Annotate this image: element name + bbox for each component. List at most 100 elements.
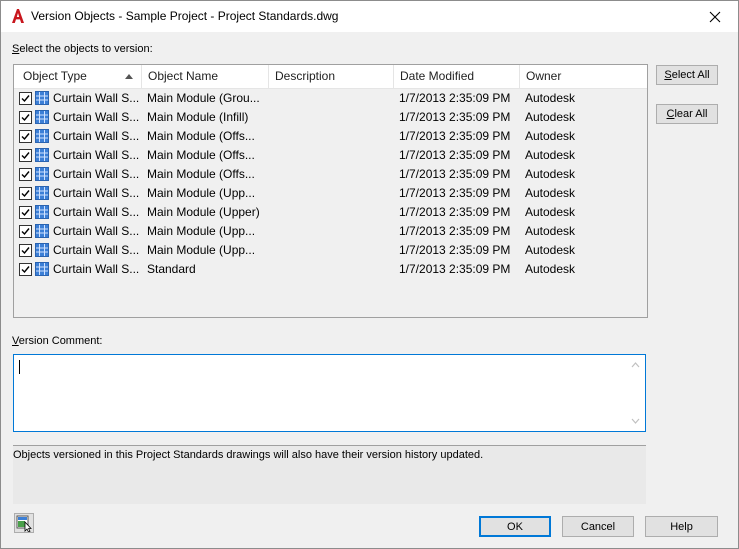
- column-header-label: Owner: [526, 69, 562, 83]
- scroll-down-icon: [631, 418, 640, 424]
- select-objects-label: Select the objects to version:: [12, 43, 153, 55]
- row-checkbox[interactable]: [19, 225, 32, 238]
- close-button[interactable]: [692, 1, 738, 32]
- checkmark-icon: [21, 266, 30, 274]
- checkmark-icon: [21, 247, 30, 255]
- checkmark-icon: [21, 133, 30, 141]
- column-header-label: Object Type: [23, 69, 87, 83]
- row-checkbox[interactable]: [19, 130, 32, 143]
- row-checkbox[interactable]: [19, 92, 32, 105]
- comment-scrollbar[interactable]: [627, 356, 644, 430]
- cell-date-modified: 1/7/2013 2:35:09 PM: [399, 148, 511, 162]
- cell-date-modified: 1/7/2013 2:35:09 PM: [399, 167, 511, 181]
- cell-object-name: Main Module (Upp...: [147, 224, 256, 238]
- row-checkbox[interactable]: [19, 263, 32, 276]
- table-row[interactable]: Curtain Wall S... Main Module (Offs... 1/7…: [14, 146, 647, 165]
- cell-object-name: Standard: [147, 262, 196, 276]
- row-checkbox[interactable]: [19, 111, 32, 124]
- list-header: Object Type Object Name Description Date…: [14, 65, 647, 89]
- close-icon: [709, 11, 721, 22]
- table-row[interactable]: Curtain Wall S... Main Module (Offs... 1/7…: [14, 165, 647, 184]
- checkmark-icon: [21, 171, 30, 179]
- cell-object-name: Main Module (Upp...: [147, 243, 256, 257]
- scroll-up-icon: [631, 362, 640, 368]
- cell-date-modified: 1/7/2013 2:35:09 PM: [399, 110, 511, 124]
- cell-object-type: Curtain Wall S...: [53, 91, 140, 105]
- column-header-object-name[interactable]: Object Name: [142, 65, 269, 88]
- table-row[interactable]: Curtain Wall S... Main Module (Grou... 1/7…: [14, 89, 647, 108]
- column-header-owner[interactable]: Owner: [520, 65, 647, 88]
- objects-list[interactable]: Object Type Object Name Description Date…: [13, 64, 648, 318]
- column-header-label: Date Modified: [400, 69, 475, 83]
- version-comment-label: Version Comment:: [12, 335, 103, 347]
- checkmark-icon: [21, 228, 30, 236]
- column-header-description[interactable]: Description: [269, 65, 394, 88]
- row-checkbox[interactable]: [19, 206, 32, 219]
- cell-description: [275, 241, 393, 260]
- curtain-wall-style-icon: [35, 167, 49, 181]
- cell-object-type: Curtain Wall S...: [53, 148, 140, 162]
- cell-date-modified: 1/7/2013 2:35:09 PM: [399, 262, 511, 276]
- cancel-button[interactable]: Cancel: [562, 516, 634, 537]
- cell-object-name: Main Module (Offs...: [147, 148, 255, 162]
- row-checkbox[interactable]: [19, 168, 32, 181]
- table-row[interactable]: Curtain Wall S... Main Module (Upp... 1/7/…: [14, 184, 647, 203]
- cell-date-modified: 1/7/2013 2:35:09 PM: [399, 243, 511, 257]
- table-row[interactable]: Curtain Wall S... Standard 1/7/2013 2:35:0…: [14, 260, 647, 279]
- cell-object-type: Curtain Wall S...: [53, 205, 140, 219]
- table-row[interactable]: Curtain Wall S... Main Module (Upp... 1/7/…: [14, 222, 647, 241]
- cell-object-type: Curtain Wall S...: [53, 186, 140, 200]
- column-header-label: Object Name: [148, 69, 219, 83]
- cell-object-name: Main Module (Grou...: [147, 91, 260, 105]
- curtain-wall-style-icon: [35, 243, 49, 257]
- clear-all-button[interactable]: Clear All: [656, 104, 718, 124]
- cell-object-type: Curtain Wall S...: [53, 243, 140, 257]
- table-row[interactable]: Curtain Wall S... Main Module (Upper) 1/7/…: [14, 203, 647, 222]
- curtain-wall-style-icon: [35, 110, 49, 124]
- table-row[interactable]: Curtain Wall S... Main Module (Infill) 1/7…: [14, 108, 647, 127]
- row-checkbox[interactable]: [19, 149, 32, 162]
- cell-owner: Autodesk: [525, 224, 576, 238]
- cell-date-modified: 1/7/2013 2:35:09 PM: [399, 224, 511, 238]
- cell-object-name: Main Module (Upper): [147, 205, 260, 219]
- curtain-wall-style-icon: [35, 262, 49, 276]
- help-button[interactable]: Help: [645, 516, 718, 537]
- cell-description: [275, 89, 393, 108]
- column-header-object-type[interactable]: Object Type: [14, 65, 142, 88]
- cell-object-name: Main Module (Offs...: [147, 129, 255, 143]
- cell-owner: Autodesk: [525, 243, 576, 257]
- cell-owner: Autodesk: [525, 262, 576, 276]
- cell-object-type: Curtain Wall S...: [53, 129, 140, 143]
- row-checkbox[interactable]: [19, 244, 32, 257]
- row-checkbox[interactable]: [19, 187, 32, 200]
- curtain-wall-style-icon: [35, 186, 49, 200]
- cell-description: [275, 222, 393, 241]
- checkmark-icon: [21, 190, 30, 198]
- cell-object-type: Curtain Wall S...: [53, 224, 140, 238]
- cell-object-type: Curtain Wall S...: [53, 167, 140, 181]
- curtain-wall-style-icon: [35, 129, 49, 143]
- project-standards-help-button[interactable]: [14, 513, 34, 533]
- checkmark-icon: [21, 95, 30, 103]
- table-row[interactable]: Curtain Wall S... Main Module (Upp... 1/7/…: [14, 241, 647, 260]
- cell-description: [275, 184, 393, 203]
- version-comment-input[interactable]: [13, 354, 646, 432]
- select-all-button[interactable]: Select All: [656, 65, 718, 85]
- column-header-date-modified[interactable]: Date Modified: [394, 65, 520, 88]
- cell-object-type: Curtain Wall S...: [53, 110, 140, 124]
- cell-object-type: Curtain Wall S...: [53, 262, 140, 276]
- table-row[interactable]: Curtain Wall S... Main Module (Offs... 1/7…: [14, 127, 647, 146]
- cell-date-modified: 1/7/2013 2:35:09 PM: [399, 91, 511, 105]
- cell-date-modified: 1/7/2013 2:35:09 PM: [399, 205, 511, 219]
- cell-owner: Autodesk: [525, 91, 576, 105]
- cell-owner: Autodesk: [525, 148, 576, 162]
- text-caret: [19, 360, 20, 374]
- cell-owner: Autodesk: [525, 205, 576, 219]
- cell-owner: Autodesk: [525, 167, 576, 181]
- curtain-wall-style-icon: [35, 148, 49, 162]
- cell-owner: Autodesk: [525, 186, 576, 200]
- cell-description: [275, 108, 393, 127]
- title-bar: Version Objects - Sample Project - Proje…: [1, 1, 738, 32]
- ok-button[interactable]: OK: [479, 516, 551, 537]
- sort-ascending-icon: [125, 74, 133, 79]
